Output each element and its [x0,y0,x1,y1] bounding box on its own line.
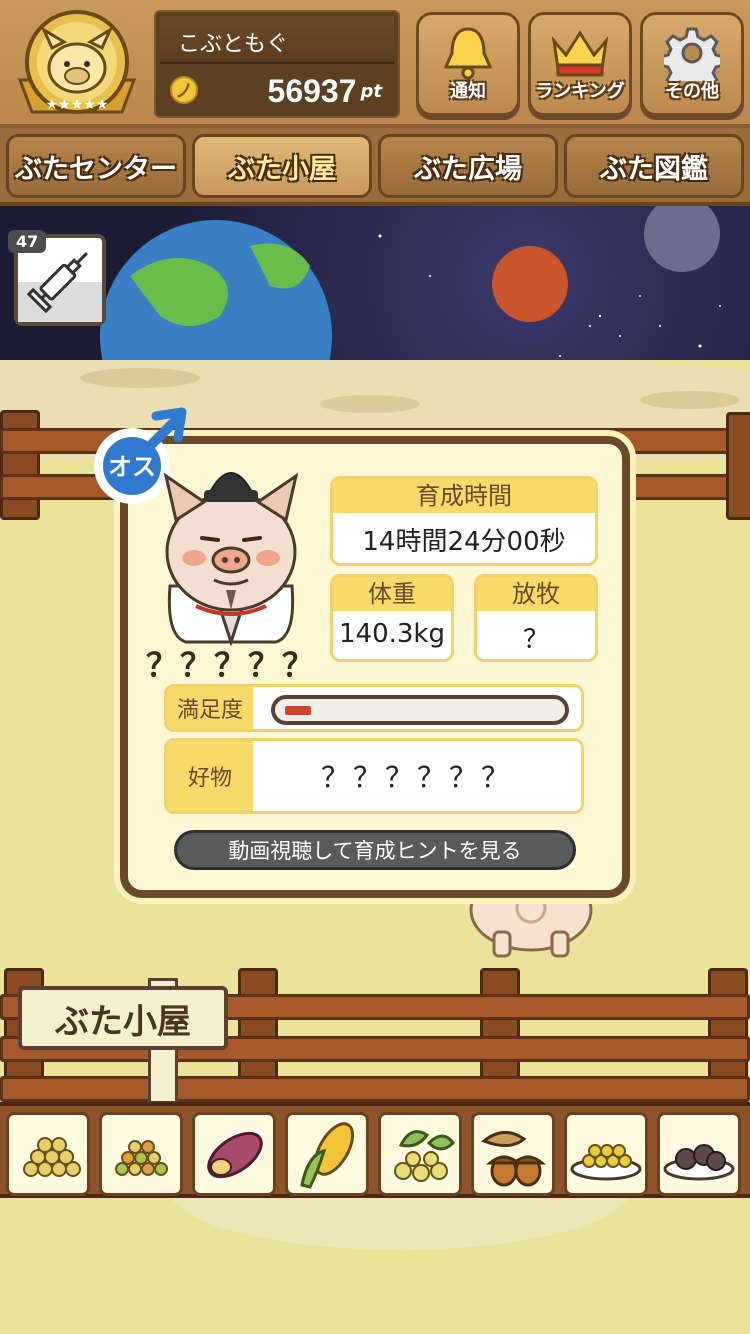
food-slot-corn[interactable] [285,1112,369,1196]
watch-video-hint-button[interactable]: 動画視聴して育成ヒントを見る [174,830,576,870]
points-display: ノ 56937 pt [160,68,394,114]
player-info-panel: こぶともぐ ノ 56937 pt [154,10,400,118]
bell-icon [443,27,493,80]
syringe-icon [18,252,102,322]
food-slot-soybean[interactable] [378,1112,462,1196]
tab-pig-plaza[interactable]: ぶた広場 [378,134,558,198]
coin-icon: ノ [170,76,198,104]
corn-icon [300,1122,355,1189]
favorite-food-row: 好物 ？？？？？？ [164,738,584,814]
food-slot-rice-ball-plate[interactable] [657,1112,741,1196]
main-tabs: ぶたセンター ぶた小屋 ぶた広場 ぶた図鑑 [0,128,750,206]
fence-post [0,410,40,520]
points-value: 56937 [267,72,357,109]
food-slot-sweet-potato[interactable] [192,1112,276,1196]
points-unit: pt [360,80,383,102]
grazing-label: 放牧 [477,577,595,611]
food-slot-bean-plate[interactable] [564,1112,648,1196]
player-rank-badge-icon[interactable]: ★★★★★ [12,8,142,120]
tab-pig-encyclopedia[interactable]: ぶた図鑑 [564,134,744,198]
raising-time-value: 14時間24分00秒 [362,527,566,557]
player-name: こぶともぐ [160,16,394,64]
weight-label: 体重 [333,577,451,611]
food-slot-mixed-grain[interactable] [99,1112,183,1196]
food-selection-bar [0,1102,750,1198]
acorn-icon [481,1131,547,1187]
sweet-potato-icon [207,1131,263,1179]
food-slot-acorn[interactable] [471,1112,555,1196]
mixed-grain-icon [115,1140,168,1176]
soybean-icon [394,1130,455,1182]
tab-pig-house[interactable]: ぶた小屋 [192,134,372,198]
raising-time-box: 育成時間 14時間24分00秒 [330,476,598,566]
satisfaction-bar [271,695,569,725]
header-bar: ★★★★★ こぶともぐ ノ 56937 pt 通知 ランキング その他 [0,0,750,128]
bean-plate-icon [570,1144,642,1181]
satisfaction-label: 満足度 [167,687,253,729]
favorite-food-value: ？？？？？？ [320,761,513,794]
syringe-item-button[interactable]: 47 [8,230,106,326]
weight-box: 体重 140.3kg [330,574,454,662]
pig-portrait[interactable] [146,446,316,646]
satisfaction-fill [285,706,311,715]
weight-value: 140.3kg [339,619,445,649]
space-background [0,206,750,386]
ranking-button[interactable]: ランキング [528,12,632,116]
location-sign: ぶた小屋 [18,986,228,1050]
fence-post [726,412,750,520]
raising-time-label: 育成時間 [333,479,595,513]
favorite-food-label: 好物 [167,741,253,811]
food-slot-grain[interactable] [6,1112,90,1196]
rice-ball-plate-icon [663,1144,735,1181]
svg-text:★★★★★: ★★★★★ [46,97,109,113]
pig-name: ？？？？？ [146,646,317,684]
notification-button[interactable]: 通知 [416,12,520,116]
crown-icon [551,30,609,77]
other-menu-button[interactable]: その他 [640,12,744,116]
gear-icon [664,27,720,81]
satisfaction-row: 満足度 [164,684,584,732]
grazing-box: 放牧 ？ [474,574,598,662]
tab-pig-center[interactable]: ぶたセンター [6,134,186,198]
grazing-value: ？ [522,625,549,655]
fence-rail [0,1076,750,1102]
grain-pile-icon [23,1137,81,1177]
